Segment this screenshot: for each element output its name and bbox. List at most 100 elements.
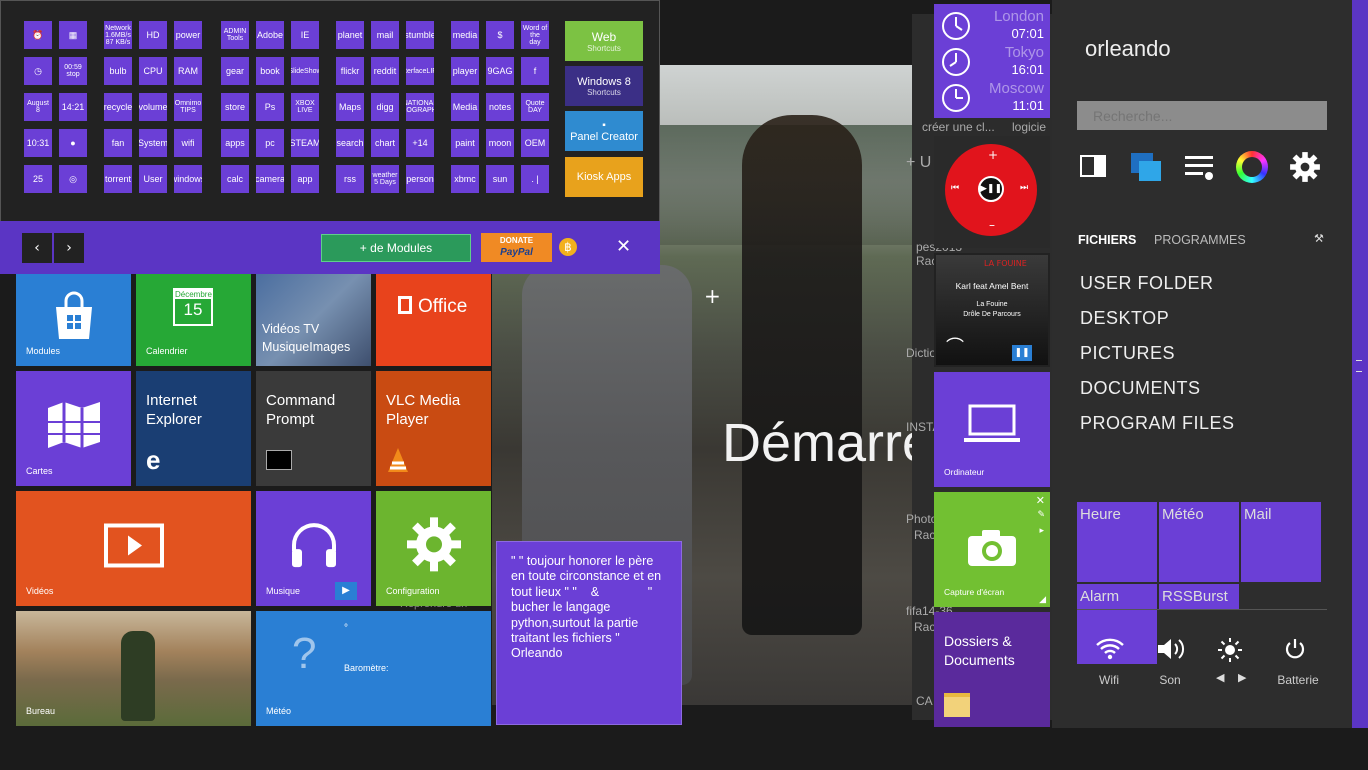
tab-programmes[interactable]: PROGRAMMES xyxy=(1154,233,1246,247)
now-playing-widget[interactable]: LA FOUINE Karl feat Amel Bent La Fouine … xyxy=(934,253,1050,367)
computer-tile[interactable]: Ordinateur xyxy=(934,372,1050,487)
module-tile[interactable]: stumble xyxy=(406,21,434,49)
list-icon[interactable] xyxy=(1185,156,1213,180)
desktop-item[interactable]: CA xyxy=(916,694,933,708)
pause-button[interactable]: ❚❚ xyxy=(1012,345,1032,361)
world-clock-widget[interactable]: London 07:01 Tokyo 16:01 Moscow 11:01 xyxy=(934,4,1050,118)
module-tile[interactable]: Maps xyxy=(336,93,364,121)
panel-creator-button[interactable]: ▪ Panel Creator xyxy=(565,111,643,151)
module-tile[interactable]: reddit xyxy=(371,57,399,85)
office-tile[interactable]: Office xyxy=(376,274,491,366)
module-tile[interactable]: volume xyxy=(139,93,167,121)
module-tile[interactable]: 14:21 xyxy=(59,93,87,121)
desktop-item[interactable]: créer une cl... xyxy=(922,120,995,134)
resize-handle[interactable]: ◢ xyxy=(1039,595,1046,605)
module-tile[interactable]: power xyxy=(174,21,202,49)
play-pause-button[interactable]: ▶❚❚ xyxy=(978,176,1004,202)
link-documents[interactable]: DOCUMENTS xyxy=(1080,378,1201,399)
desktop-item[interactable]: Photo xyxy=(906,512,937,526)
module-tile[interactable]: app xyxy=(291,165,319,193)
module-tile[interactable]: mail xyxy=(371,21,399,49)
module-tile[interactable]: 9GAG xyxy=(486,57,514,85)
windows8-shortcuts-button[interactable]: Windows 8 Shortcuts xyxy=(565,66,643,106)
mosaic-icon[interactable]: ▦ xyxy=(59,21,87,49)
module-tile[interactable]: Ps xyxy=(256,93,284,121)
sidebar-edge-handle[interactable] xyxy=(1352,0,1368,728)
calendar-tile[interactable]: Décembre 15 Calendrier xyxy=(136,274,251,366)
module-tile[interactable]: flickr xyxy=(336,57,364,85)
module-tile[interactable]: fan xyxy=(104,129,132,157)
module-tile[interactable]: book xyxy=(256,57,284,85)
module-tile[interactable]: ADMIN Tools xyxy=(221,21,249,49)
module-tile[interactable]: calc xyxy=(221,165,249,193)
module-tile[interactable]: paint xyxy=(451,129,479,157)
prev-page-button[interactable]: ‹ xyxy=(22,233,52,263)
module-tile[interactable]: Adobe xyxy=(256,21,284,49)
weather-tile[interactable]: ? ° Baromètre: Météo xyxy=(256,611,491,726)
module-tile[interactable]: weather 5 Days xyxy=(371,165,399,193)
module-tile[interactable]: . | xyxy=(521,165,549,193)
sticky-note[interactable]: " " toujour honorer le père en toute cir… xyxy=(496,541,682,725)
mini-tile-heure[interactable]: Heure xyxy=(1077,502,1157,582)
module-tile[interactable]: pc xyxy=(256,129,284,157)
module-tile[interactable]: media xyxy=(451,21,479,49)
module-tile[interactable]: User xyxy=(139,165,167,193)
module-tile[interactable]: Network 1.6MB/s 87 KB/s xyxy=(104,21,132,49)
close-icon[interactable]: ✕ xyxy=(1036,494,1045,507)
close-panel-button[interactable]: ✕ xyxy=(616,236,631,257)
module-tile[interactable]: STEAM xyxy=(291,129,319,157)
desktop-item[interactable]: + U xyxy=(906,154,931,172)
add-modules-button[interactable]: + de Modules xyxy=(321,234,471,262)
module-tile[interactable]: OEM xyxy=(521,129,549,157)
module-tile[interactable]: recycle xyxy=(104,93,132,121)
module-tile[interactable]: +14 xyxy=(406,129,434,157)
module-tile[interactable]: apps xyxy=(221,129,249,157)
desktop-item[interactable]: logicie xyxy=(1012,120,1046,134)
screenshot-tile[interactable]: ✕ ✎ ▸ Capture d'écran ◢ xyxy=(934,492,1050,607)
link-desktop[interactable]: DESKTOP xyxy=(1080,308,1169,329)
mini-tile-rssburst[interactable]: RSSBurst xyxy=(1159,584,1239,609)
alarm-clock-icon[interactable]: ⏰ xyxy=(24,21,52,49)
web-shortcuts-button[interactable]: Web Shortcuts xyxy=(565,21,643,61)
search-input[interactable] xyxy=(1077,101,1327,130)
store-tile[interactable]: Modules xyxy=(16,274,131,366)
music-controller-widget[interactable]: + – ⏮ ⏭ ▶❚❚ xyxy=(934,136,1050,248)
module-tile[interactable]: bulb xyxy=(104,57,132,85)
music-play-button[interactable]: ▶ xyxy=(335,582,357,600)
music-tile[interactable]: Musique ▶ xyxy=(256,491,371,606)
module-tile[interactable]: gear xyxy=(221,57,249,85)
module-tile[interactable]: Word of the day xyxy=(521,21,549,49)
next-track-button[interactable]: ⏭ xyxy=(1020,183,1028,193)
module-tile[interactable]: camera xyxy=(256,165,284,193)
module-tile[interactable]: torrent xyxy=(104,165,132,193)
module-tile[interactable]: Omnimo TIPS xyxy=(174,93,202,121)
power-icon[interactable] xyxy=(1284,638,1306,660)
link-user-folder[interactable]: USER FOLDER xyxy=(1080,273,1214,294)
module-tile[interactable]: SlideShow xyxy=(291,57,319,85)
module-tile[interactable]: search xyxy=(336,129,364,157)
volume-up-button[interactable]: + xyxy=(988,148,998,162)
bitcoin-icon[interactable]: ฿ xyxy=(559,238,577,256)
module-tile[interactable]: HD xyxy=(139,21,167,49)
media-tile[interactable]: Vidéos TV MusiqueImages xyxy=(256,274,371,366)
mini-tile-meteo[interactable]: Météo xyxy=(1159,502,1239,582)
module-tile[interactable]: chart xyxy=(371,129,399,157)
color-wheel-icon[interactable] xyxy=(1236,151,1268,183)
windows-icon[interactable] xyxy=(1131,153,1161,181)
module-tile[interactable]: RAM xyxy=(174,57,202,85)
module-tile[interactable]: sun xyxy=(486,165,514,193)
cmd-tile[interactable]: Command Prompt xyxy=(256,371,371,486)
brightness-increase-button[interactable]: ▶ xyxy=(1238,671,1246,684)
panel-toggle-icon[interactable] xyxy=(1080,155,1106,177)
module-tile[interactable]: XBOX LIVE xyxy=(291,93,319,121)
module-tile[interactable]: store xyxy=(221,93,249,121)
settings-gear-icon[interactable] xyxy=(1289,151,1321,183)
donate-paypal-button[interactable]: DONATE PayPal xyxy=(481,233,552,262)
module-tile[interactable]: InterfaceLIFT xyxy=(406,57,434,85)
module-tile[interactable]: August 8 xyxy=(24,93,52,121)
module-tile[interactable]: player xyxy=(451,57,479,85)
desktop-tile[interactable]: Bureau xyxy=(16,611,251,726)
module-tile[interactable]: System xyxy=(139,129,167,157)
fruit-icon[interactable]: ● xyxy=(59,129,87,157)
module-tile[interactable]: CPU xyxy=(139,57,167,85)
